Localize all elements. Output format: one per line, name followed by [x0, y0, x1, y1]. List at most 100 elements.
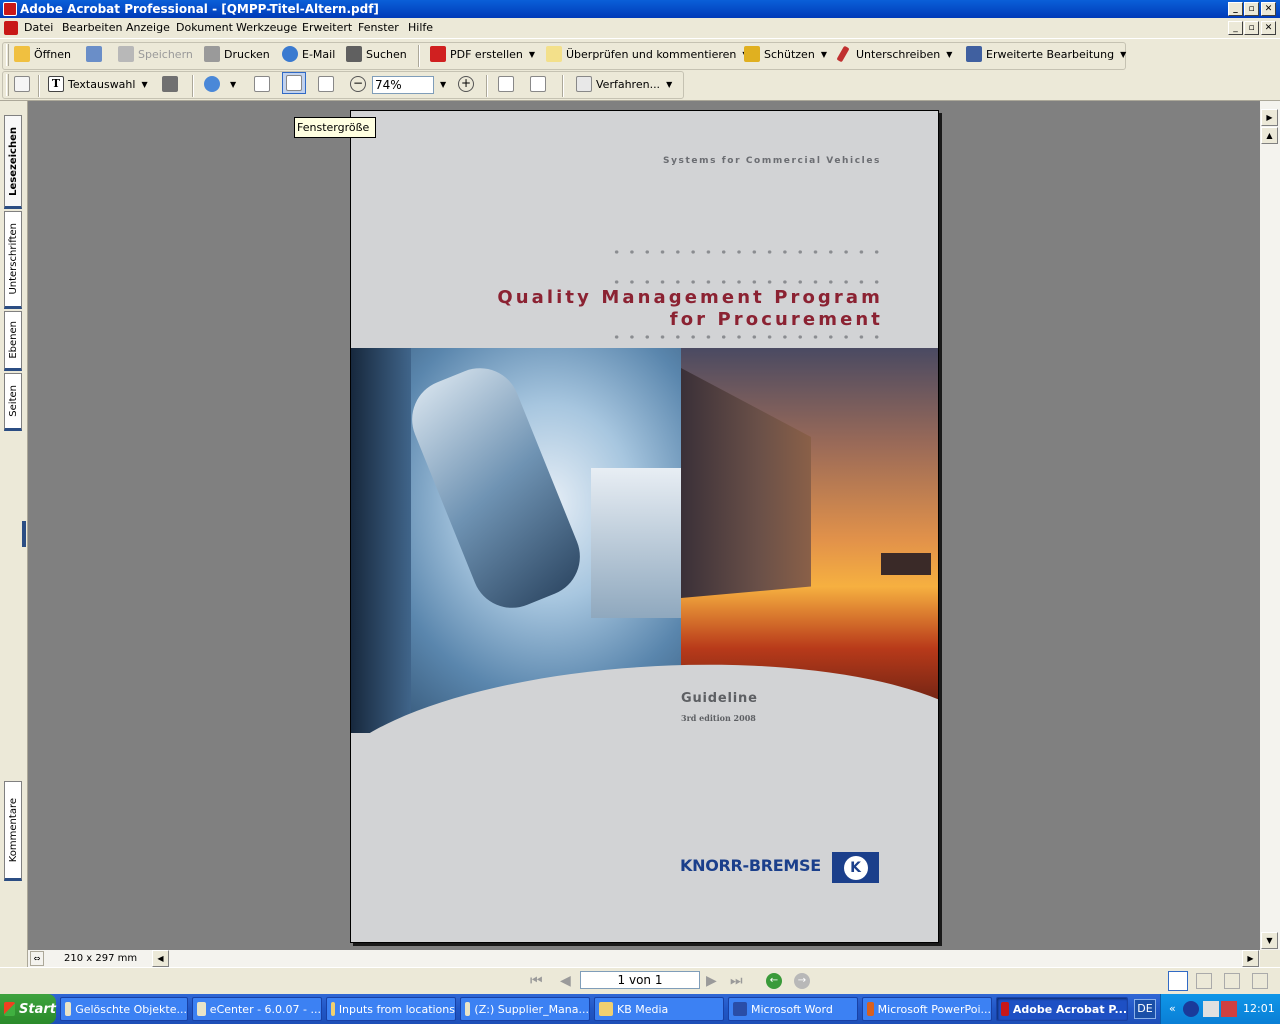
- secure-button[interactable]: Schützen ▼: [744, 43, 827, 65]
- tab-signatures[interactable]: Unterschriften: [4, 211, 22, 309]
- task-microsoft-powerpoint[interactable]: Microsoft PowerPoi...: [862, 997, 992, 1021]
- rotate-ccw-button[interactable]: [530, 73, 550, 95]
- task-kb-media[interactable]: KB Media: [594, 997, 724, 1021]
- word-icon: [733, 1002, 747, 1016]
- scroll-down-button[interactable]: ▼: [1261, 932, 1278, 949]
- language-indicator[interactable]: DE: [1134, 999, 1156, 1019]
- save-button[interactable]: Speichern: [118, 43, 193, 65]
- first-page-icon[interactable]: ⏮: [530, 973, 543, 989]
- actual-size-button[interactable]: [254, 73, 274, 95]
- chevron-down-icon[interactable]: ▼: [141, 80, 147, 89]
- chevron-down-icon[interactable]: ▼: [821, 50, 827, 59]
- subtitle: Guideline: [681, 691, 758, 706]
- pdf-icon: [430, 46, 446, 62]
- fit-width-icon: [318, 76, 334, 92]
- sign-button[interactable]: Unterschreiben ▼: [836, 43, 952, 65]
- show-hidden-icons-icon[interactable]: «: [1169, 1002, 1176, 1015]
- advanced-edit-button[interactable]: Erweiterte Bearbeitung ▼: [966, 43, 1126, 65]
- single-page-layout-icon[interactable]: [1168, 971, 1188, 991]
- last-page-icon[interactable]: ⏭: [730, 973, 743, 989]
- task-adobe-acrobat[interactable]: Adobe Acrobat P...: [996, 997, 1128, 1021]
- task-inputs-from-locations[interactable]: Inputs from locations: [326, 997, 456, 1021]
- menu-bearbeiten[interactable]: Bearbeiten: [62, 21, 122, 34]
- menu-anzeige[interactable]: Anzeige: [126, 21, 170, 34]
- scroll-right-button[interactable]: ▶: [1242, 950, 1259, 967]
- rotate-counterclockwise-icon: [530, 76, 546, 92]
- page-number-input[interactable]: 1 von 1: [580, 971, 700, 989]
- tray-app-icon[interactable]: [1203, 1001, 1219, 1017]
- email-button[interactable]: E-Mail: [282, 43, 335, 65]
- task-microsoft-word[interactable]: Microsoft Word: [728, 997, 858, 1021]
- vertical-scrollbar[interactable]: ▶ ▲ ▼: [1260, 101, 1280, 950]
- chevron-down-icon[interactable]: ▼: [230, 80, 236, 89]
- procedures-button[interactable]: Verfahren... ▼: [576, 73, 672, 95]
- zoom-in-button[interactable]: +: [458, 73, 478, 95]
- menu-datei[interactable]: Datei: [24, 21, 53, 34]
- folder-open-icon: [14, 46, 30, 62]
- organizer-button[interactable]: [86, 43, 106, 65]
- zoom-dropdown-icon[interactable]: ▼: [440, 80, 446, 89]
- panel-expand-button[interactable]: ▶: [1261, 109, 1278, 126]
- forward-view-icon[interactable]: →: [794, 973, 810, 989]
- zoom-input[interactable]: 74%: [372, 76, 434, 94]
- brand-logo: K: [832, 852, 879, 883]
- doc-close-button[interactable]: ✕: [1261, 21, 1276, 35]
- panel-resize-handle[interactable]: [22, 521, 26, 547]
- split-handle[interactable]: ⇔: [30, 951, 44, 966]
- tab-pages[interactable]: Seiten: [4, 373, 22, 431]
- continuous-layout-icon[interactable]: [1196, 973, 1212, 989]
- snapshot-button[interactable]: [162, 73, 182, 95]
- text-select-button[interactable]: T Textauswahl ▼: [48, 73, 148, 95]
- facing-layout-icon[interactable]: [1224, 973, 1240, 989]
- tray-app-icon[interactable]: [1221, 1001, 1237, 1017]
- doc-minimize-button[interactable]: _: [1228, 21, 1243, 35]
- folder-icon: [599, 1002, 613, 1016]
- zoom-in-tool-button[interactable]: ▼: [204, 73, 236, 95]
- review-button[interactable]: Überprüfen und kommentieren▼: [546, 43, 749, 65]
- clock[interactable]: 12:01: [1243, 1002, 1275, 1015]
- hand-tool-button[interactable]: [14, 73, 34, 95]
- tab-comments[interactable]: Kommentare: [4, 781, 22, 881]
- scroll-up-button[interactable]: ▲: [1261, 127, 1278, 144]
- tab-layers[interactable]: Ebenen: [4, 311, 22, 371]
- task-ecenter[interactable]: eCenter - 6.0.07 - ...: [192, 997, 322, 1021]
- chevron-down-icon[interactable]: ▼: [666, 80, 672, 89]
- fit-window-button[interactable]: [282, 72, 306, 94]
- maximize-button[interactable]: ▫: [1244, 2, 1259, 16]
- search-button[interactable]: Suchen: [346, 43, 407, 65]
- next-page-icon[interactable]: ▶: [706, 973, 717, 989]
- menu-werkzeuge[interactable]: Werkzeuge: [236, 21, 297, 34]
- text-cursor-icon: T: [48, 76, 64, 92]
- previous-page-icon[interactable]: ◀: [560, 973, 571, 989]
- menu-erweitert[interactable]: Erweitert: [302, 21, 352, 34]
- menu-hilfe[interactable]: Hilfe: [408, 21, 433, 34]
- chevron-down-icon[interactable]: ▼: [946, 50, 952, 59]
- continuous-facing-layout-icon[interactable]: [1252, 973, 1268, 989]
- system-tray: « 12:01: [1160, 994, 1280, 1024]
- network-icon[interactable]: [1183, 1001, 1199, 1017]
- print-button[interactable]: Drucken: [204, 43, 270, 65]
- task-supplier-management[interactable]: (Z:) Supplier_Mana...: [460, 997, 590, 1021]
- close-button[interactable]: ✕: [1261, 2, 1276, 16]
- dot-row: [609, 335, 884, 339]
- minimize-button[interactable]: _: [1228, 2, 1243, 16]
- fit-width-button[interactable]: [318, 73, 338, 95]
- doc-restore-button[interactable]: ▫: [1244, 21, 1259, 35]
- chevron-down-icon[interactable]: ▼: [529, 50, 535, 59]
- create-pdf-button[interactable]: PDF erstellen ▼: [430, 43, 535, 65]
- task-deleted-items[interactable]: Gelöschte Objekte...: [60, 997, 188, 1021]
- menu-dokument[interactable]: Dokument: [176, 21, 233, 34]
- open-button[interactable]: Öffnen: [14, 43, 71, 65]
- rotate-cw-button[interactable]: [498, 73, 518, 95]
- scroll-left-button[interactable]: ◀: [152, 950, 169, 967]
- tab-bookmarks[interactable]: Lesezeichen: [4, 115, 22, 209]
- menu-fenster[interactable]: Fenster: [358, 21, 399, 34]
- back-view-icon[interactable]: ←: [766, 973, 782, 989]
- fit-page-icon: [286, 75, 302, 91]
- window-title: Adobe Acrobat Professional - [QMPP-Titel…: [20, 2, 379, 16]
- document-icon[interactable]: [4, 21, 18, 35]
- zoom-out-button[interactable]: −: [350, 73, 370, 95]
- start-button[interactable]: Start: [0, 994, 56, 1024]
- chevron-down-icon[interactable]: ▼: [1120, 50, 1126, 59]
- horizontal-scrollbar[interactable]: ⇔ 210 x 297 mm ◀ ▶: [28, 950, 1260, 967]
